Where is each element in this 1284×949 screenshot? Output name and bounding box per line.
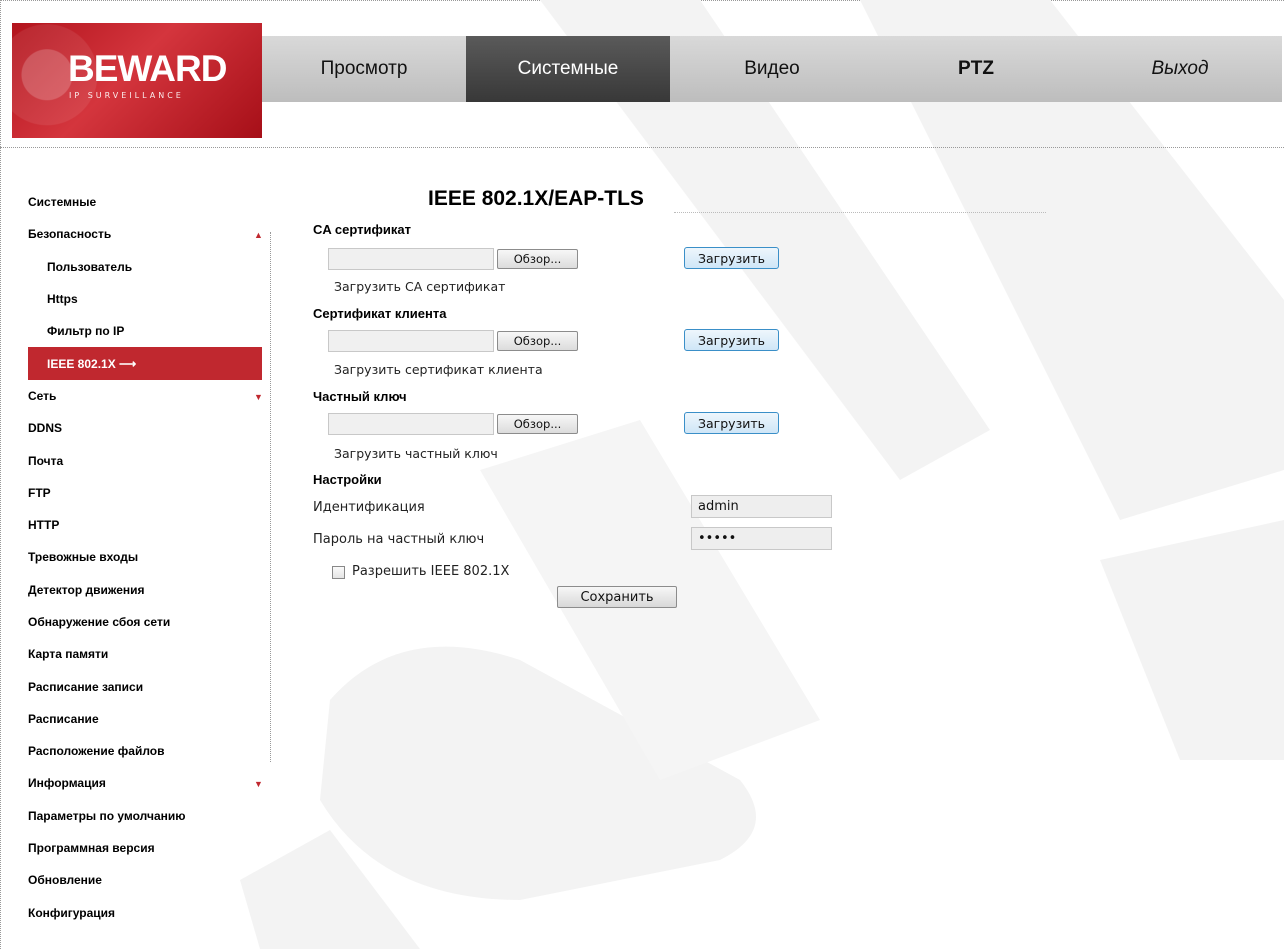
sidebar-item-mail[interactable]: Почта	[28, 444, 272, 476]
sidebar-item-system[interactable]: Системные	[28, 186, 272, 218]
sidebar-item-file-location[interactable]: Расположение файлов	[28, 735, 272, 767]
sidebar-item-label: Тревожные входы	[28, 550, 139, 565]
sidebar-item-label: Конфигурация	[28, 905, 116, 920]
sidebar-item-label: Системные	[28, 195, 97, 210]
sidebar-item-ddns[interactable]: DDNS	[28, 412, 272, 444]
sidebar-item-motion-detector[interactable]: Детектор движения	[28, 574, 272, 606]
private-key-password-label: Пароль на частный ключ	[313, 532, 485, 547]
sidebar-item-label: Почта	[28, 453, 64, 468]
sidebar-item-memory-card[interactable]: Карта памяти	[28, 638, 272, 670]
sidebar-item-label: Https	[47, 292, 78, 307]
sidebar-item-network[interactable]: Сеть ▼	[28, 380, 272, 412]
sidebar-item-label: Расположение файлов	[28, 744, 165, 759]
sidebar-item-alarm-inputs[interactable]: Тревожные входы	[28, 541, 272, 573]
identity-label: Идентификация	[313, 500, 425, 515]
page-title: IEEE 802.1X/EAP-TLS	[428, 187, 644, 210]
sidebar-item-ieee8021x[interactable]: IEEE 802.1X ⟶	[28, 347, 262, 380]
private-key-browse-button[interactable]: Обзор...	[497, 414, 578, 434]
sidebar-item-label: Безопасность	[28, 227, 112, 242]
save-button[interactable]: Сохранить	[557, 586, 677, 608]
sidebar-item-label: FTP	[28, 485, 51, 500]
ca-cert-browse-button[interactable]: Обзор...	[497, 249, 578, 269]
client-cert-upload-button[interactable]: Загрузить	[684, 329, 779, 351]
ca-cert-file-input[interactable]	[328, 248, 494, 270]
private-key-heading: Частный ключ	[313, 389, 407, 404]
sidebar-item-label: Программная версия	[28, 841, 155, 856]
sidebar-item-update[interactable]: Обновление	[28, 864, 272, 896]
client-cert-note: Загрузить сертификат клиента	[334, 362, 543, 377]
sidebar-item-network-failure[interactable]: Обнаружение сбоя сети	[28, 606, 272, 638]
sidebar-item-user[interactable]: Пользователь	[28, 251, 272, 283]
identity-field[interactable]: admin	[691, 495, 832, 518]
private-key-password-field[interactable]: •••••	[691, 527, 832, 550]
sidebar-item-label: Сеть	[28, 388, 57, 403]
client-cert-heading: Сертификат клиента	[313, 306, 447, 321]
sidebar-item-label: Обнаружение сбоя сети	[28, 615, 171, 629]
sidebar-item-defaults[interactable]: Параметры по умолчанию	[28, 800, 272, 832]
settings-heading: Настройки	[313, 472, 382, 487]
sidebar-item-label: IEEE 802.1X ⟶	[47, 356, 137, 371]
sidebar-item-http[interactable]: HTTP	[28, 509, 272, 541]
sidebar-item-label: DDNS	[28, 421, 63, 436]
sidebar-item-label: Расписание	[28, 711, 99, 726]
nav-view[interactable]: Просмотр	[262, 36, 466, 102]
collapse-arrow-icon: ▲	[254, 230, 263, 241]
nav-logout[interactable]: Выход	[1078, 36, 1282, 102]
nav-video[interactable]: Видео	[670, 36, 874, 102]
sidebar-item-configuration[interactable]: Конфигурация	[28, 897, 272, 929]
nav-ptz[interactable]: PTZ	[874, 36, 1078, 102]
private-key-file-input[interactable]	[328, 413, 494, 435]
sidebar-item-label: Фильтр по IP	[47, 324, 125, 339]
enable-ieee8021x-label: Разрешить IEEE 802.1X	[352, 564, 510, 579]
sidebar-item-info[interactable]: Информация ▼	[28, 767, 272, 799]
sidebar-item-label: Параметры по умолчанию	[28, 808, 186, 823]
logo-text: BEWARD	[68, 48, 227, 89]
client-cert-browse-button[interactable]: Обзор...	[497, 331, 578, 351]
sidebar-item-ip-filter[interactable]: Фильтр по IP	[28, 315, 272, 347]
ca-cert-note: Загрузить CA сертификат	[334, 279, 506, 294]
top-nav: Просмотр Системные Видео PTZ Выход	[262, 36, 1282, 102]
sidebar-scrollbar[interactable]	[270, 232, 271, 762]
client-cert-file-input[interactable]	[328, 330, 494, 352]
sidebar-item-https[interactable]: Https	[28, 283, 272, 315]
sidebar-item-label: Детектор движения	[28, 582, 145, 597]
sidebar-item-ftp[interactable]: FTP	[28, 477, 272, 509]
sidebar-item-record-schedule[interactable]: Расписание записи	[28, 670, 272, 702]
expand-arrow-icon: ▼	[254, 391, 263, 402]
sidebar-item-label: Расписание записи	[28, 679, 144, 694]
private-key-note: Загрузить частный ключ	[334, 446, 498, 461]
sidebar-item-label: HTTP	[28, 518, 60, 533]
title-divider	[674, 212, 1046, 213]
header: BEWARD IP SURVEILLANCE Просмотр Системны…	[0, 0, 1284, 148]
beward-logo[interactable]: BEWARD IP SURVEILLANCE	[12, 23, 262, 138]
sidebar-item-security[interactable]: Безопасность ▲	[28, 218, 272, 250]
sidebar-item-label: Пользователь	[47, 259, 133, 274]
sidebar-item-label: Карта памяти	[28, 647, 109, 662]
ca-cert-upload-button[interactable]: Загрузить	[684, 247, 779, 269]
sidebar-item-schedule[interactable]: Расписание	[28, 703, 272, 735]
sidebar-item-label: Информация	[28, 776, 106, 791]
sidebar-item-firmware-version[interactable]: Программная версия	[28, 832, 272, 864]
private-key-upload-button[interactable]: Загрузить	[684, 412, 779, 434]
sidebar-item-label: Обновление	[28, 873, 102, 888]
logo-subtitle: IP SURVEILLANCE	[69, 91, 184, 100]
enable-ieee8021x-checkbox[interactable]	[332, 566, 345, 579]
sidebar: Системные Безопасность ▲ Пользователь Htt…	[28, 186, 272, 929]
ca-cert-heading: CA сертификат	[313, 222, 411, 237]
nav-system[interactable]: Системные	[466, 36, 670, 102]
expand-arrow-icon: ▼	[254, 779, 263, 790]
